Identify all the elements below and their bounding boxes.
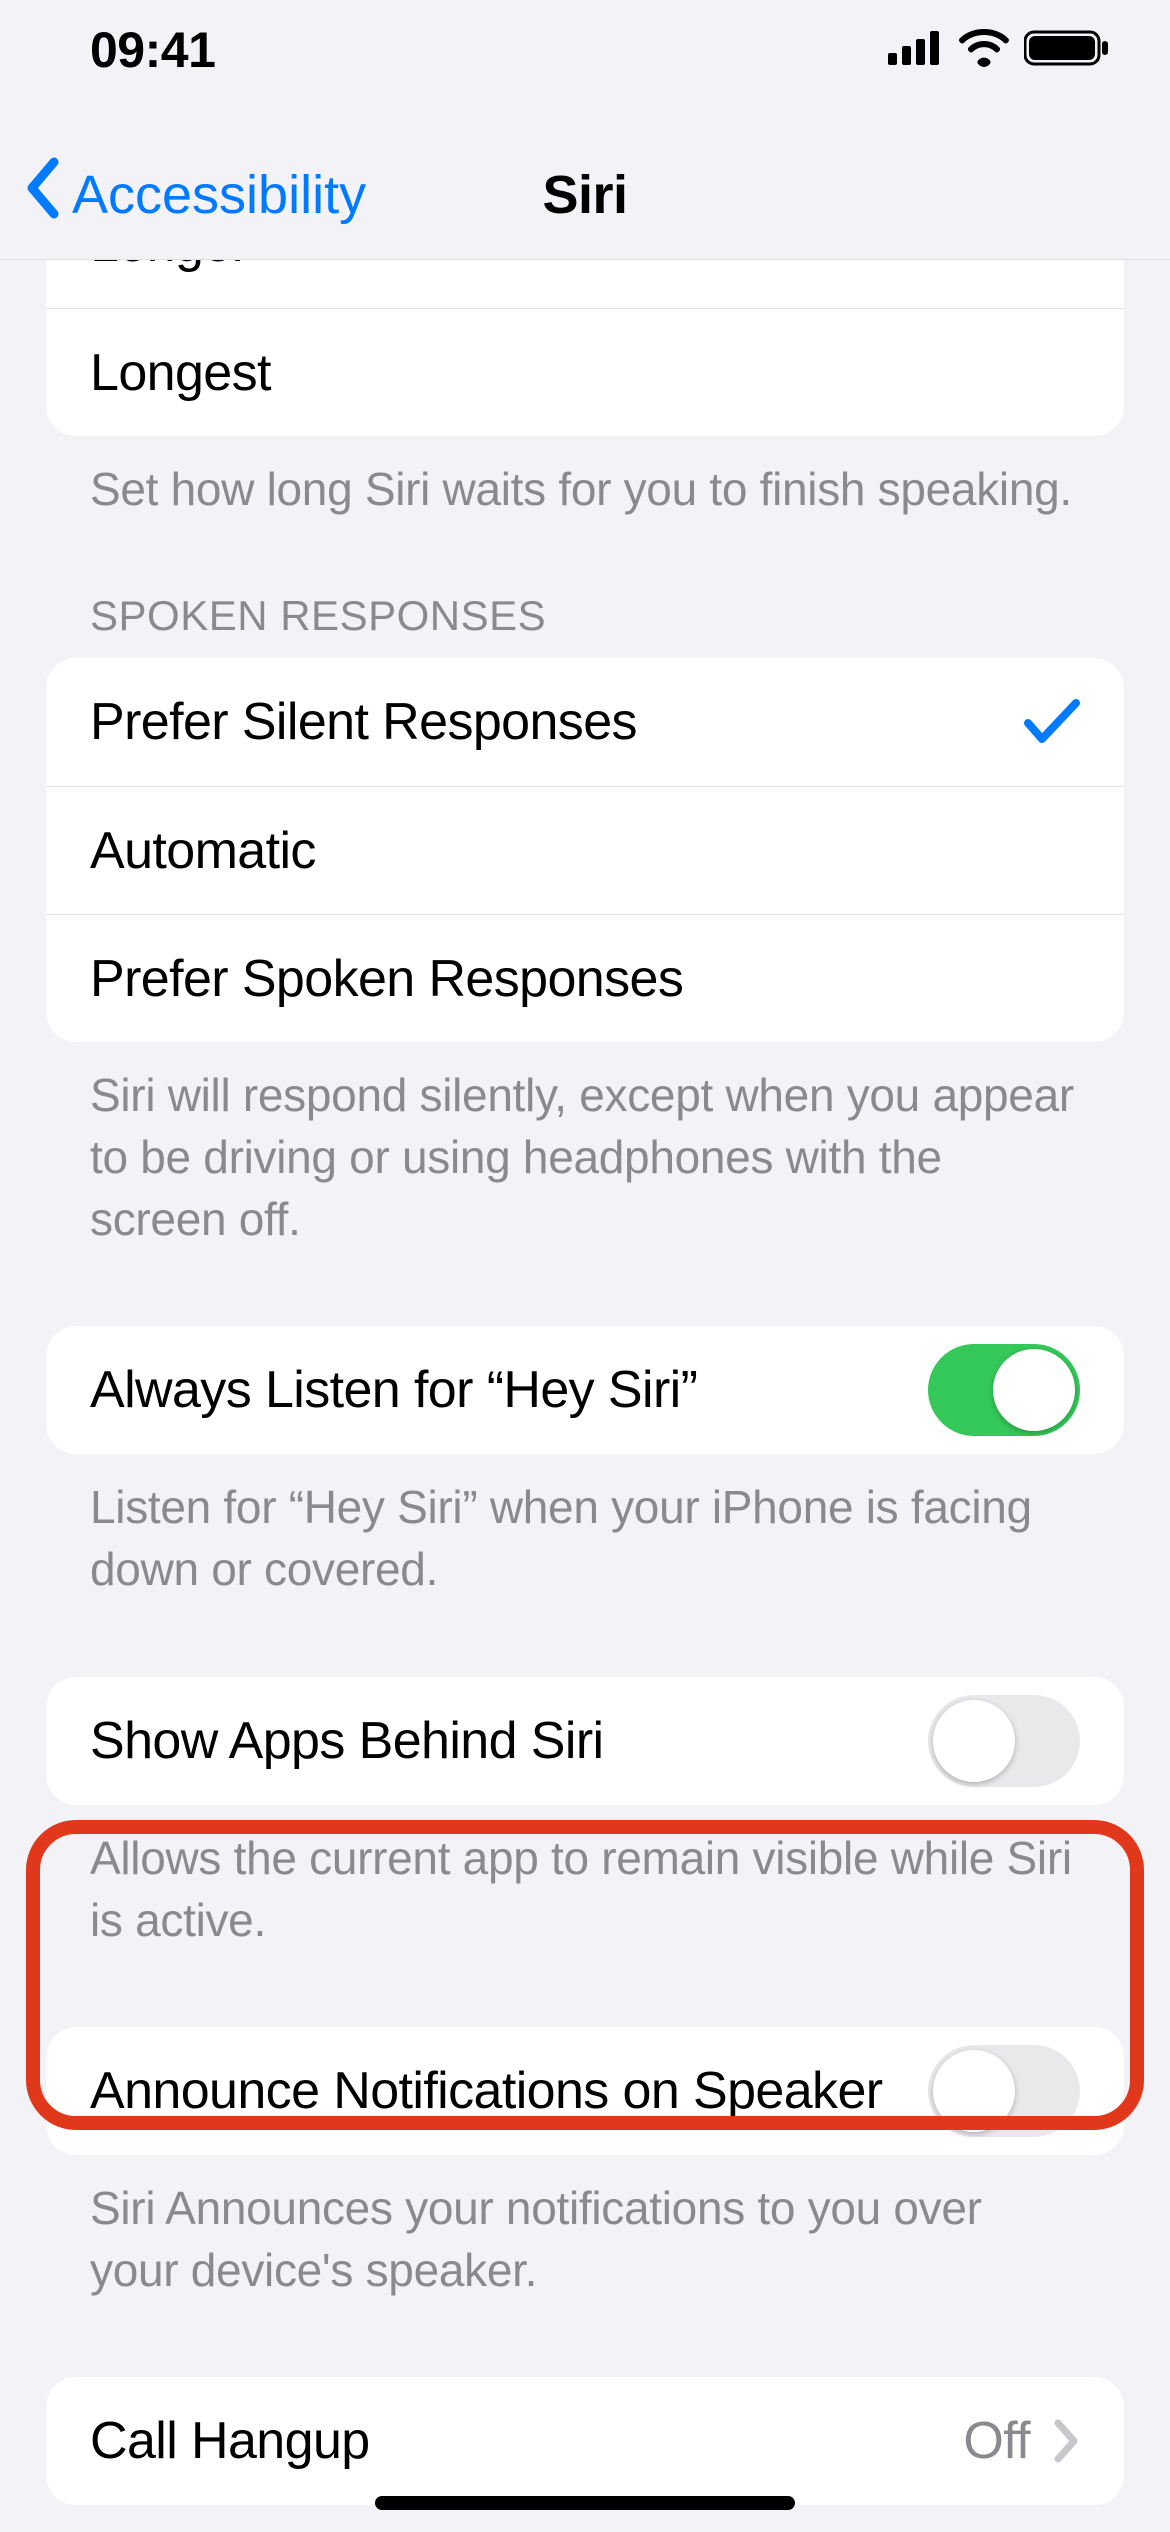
row-label: Show Apps Behind Siri: [90, 1711, 604, 1771]
pause-option-longest[interactable]: Longest: [46, 308, 1124, 436]
call-hangup-group: Call Hangup Off: [46, 2377, 1124, 2505]
spoken-responses-header: SPOKEN RESPONSES: [90, 592, 1080, 640]
call-hangup-row[interactable]: Call Hangup Off: [46, 2377, 1124, 2505]
option-label: Prefer Spoken Responses: [90, 949, 683, 1009]
show-apps-footer: Allows the current app to remain visible…: [90, 1827, 1080, 1951]
show-apps-toggle[interactable]: [928, 1695, 1080, 1787]
spoken-responses-group: Prefer Silent Responses Automatic Prefer…: [46, 658, 1124, 1042]
option-label: Longest: [90, 343, 271, 403]
pause-time-group: Longer Longest: [46, 260, 1124, 436]
back-button[interactable]: Accessibility: [24, 156, 366, 233]
status-time: 09:41: [90, 21, 215, 79]
cellular-icon: [888, 31, 944, 70]
pause-option-longer[interactable]: Longer: [46, 260, 1124, 308]
row-label: Announce Notifications on Speaker: [90, 2061, 883, 2121]
announce-group: Announce Notifications on Speaker: [46, 2027, 1124, 2155]
back-label: Accessibility: [72, 164, 366, 226]
announce-row[interactable]: Announce Notifications on Speaker: [46, 2027, 1124, 2155]
home-indicator: [375, 2496, 795, 2510]
show-apps-group: Show Apps Behind Siri: [46, 1677, 1124, 1805]
spoken-option-spoken[interactable]: Prefer Spoken Responses: [46, 914, 1124, 1042]
pause-time-footer: Set how long Siri waits for you to finis…: [90, 458, 1080, 520]
status-icons: [888, 29, 1110, 72]
row-label: Call Hangup: [90, 2411, 370, 2471]
announce-footer: Siri Announces your notifications to you…: [90, 2177, 1080, 2301]
content: Longer Longest Set how long Siri waits f…: [0, 260, 1170, 2532]
checkmark-icon: [1024, 699, 1080, 745]
wifi-icon: [958, 29, 1010, 72]
option-label: Automatic: [90, 821, 316, 881]
spoken-option-automatic[interactable]: Automatic: [46, 786, 1124, 914]
chevron-right-icon: [1054, 2419, 1080, 2463]
row-value: Off: [963, 2411, 1030, 2471]
announce-toggle[interactable]: [928, 2045, 1080, 2137]
row-label: Always Listen for “Hey Siri”: [90, 1360, 697, 1420]
hey-siri-group: Always Listen for “Hey Siri”: [46, 1326, 1124, 1454]
status-bar: 09:41: [0, 0, 1170, 100]
nav-bar: Accessibility Siri: [0, 100, 1170, 260]
spoken-responses-footer: Siri will respond silently, except when …: [90, 1064, 1080, 1250]
option-label: Prefer Silent Responses: [90, 692, 637, 752]
battery-icon: [1024, 29, 1110, 72]
hey-siri-row[interactable]: Always Listen for “Hey Siri”: [46, 1326, 1124, 1454]
chevron-left-icon: [24, 156, 72, 233]
show-apps-row[interactable]: Show Apps Behind Siri: [46, 1677, 1124, 1805]
hey-siri-footer: Listen for “Hey Siri” when your iPhone i…: [90, 1476, 1080, 1600]
hey-siri-toggle[interactable]: [928, 1344, 1080, 1436]
spoken-option-silent[interactable]: Prefer Silent Responses: [46, 658, 1124, 786]
option-label: Longer: [90, 260, 248, 274]
